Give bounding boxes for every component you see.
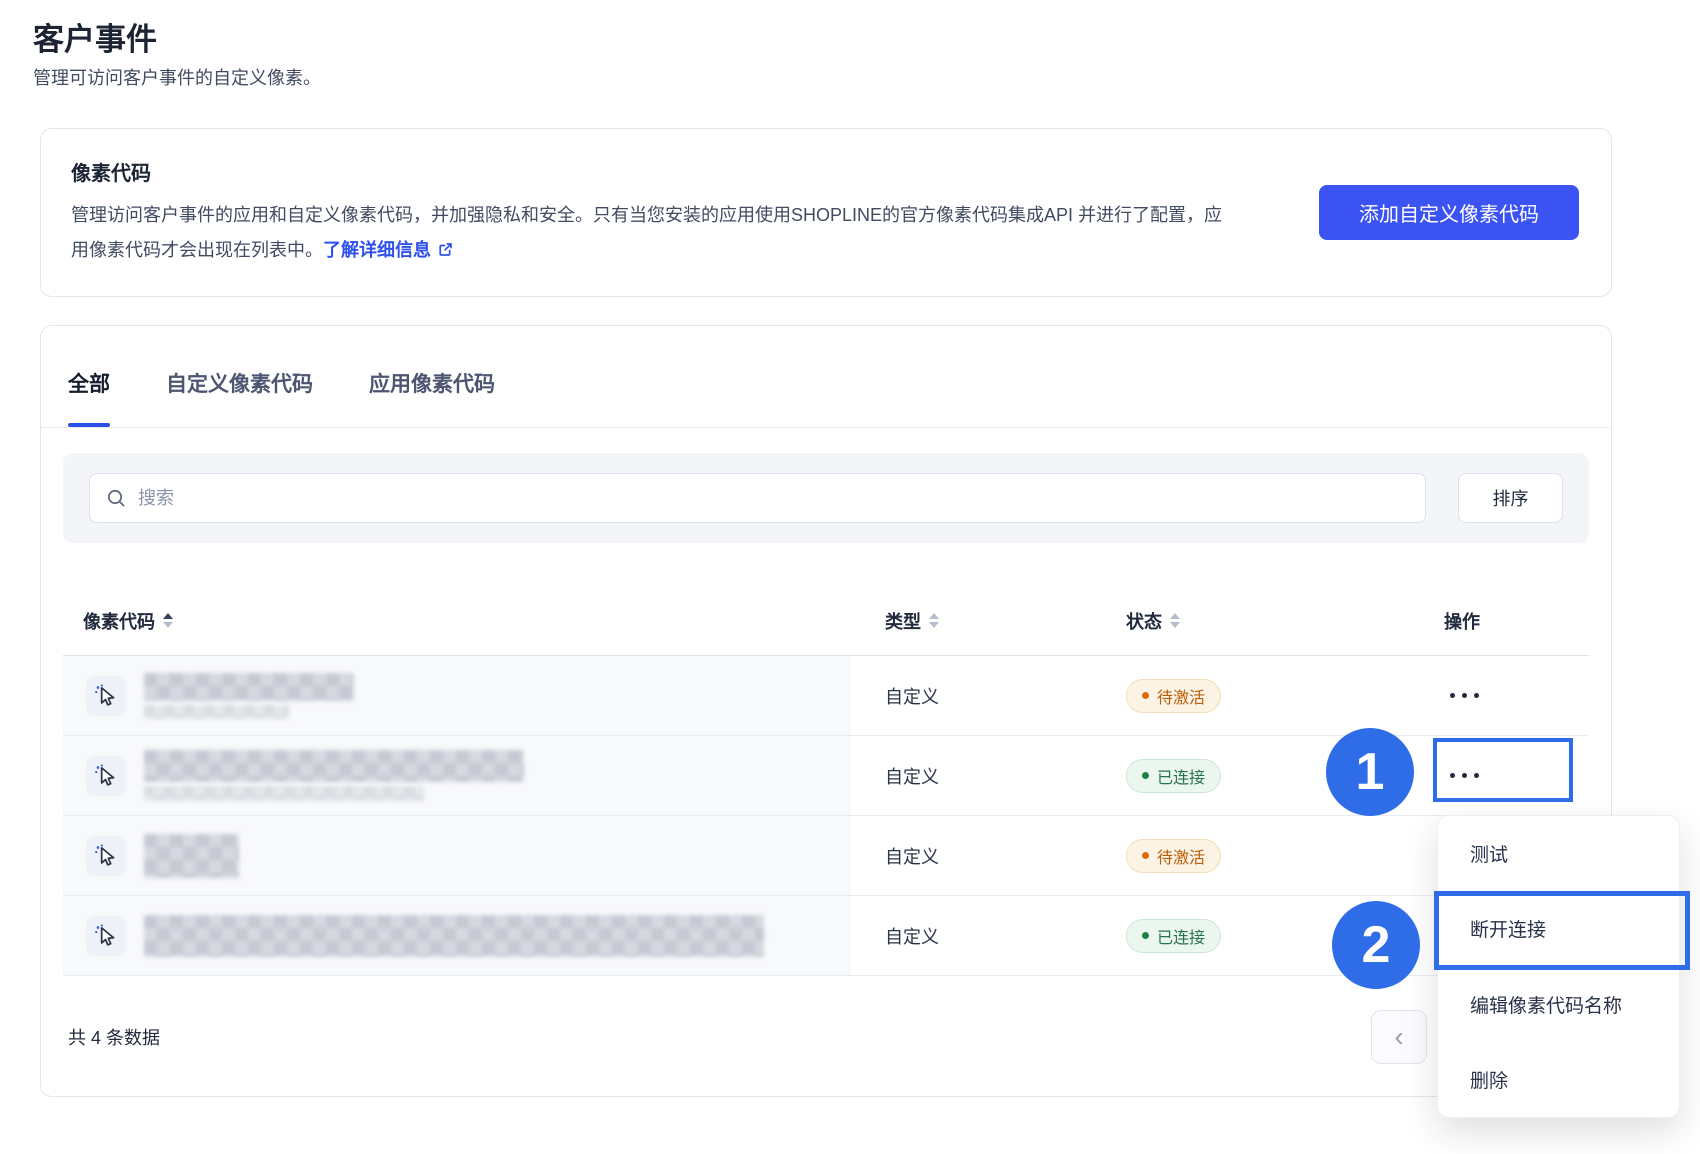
annotation-step-1-badge: 1 (1326, 728, 1414, 816)
table-footer: 共 4 条数据 ‹ (41, 976, 1611, 1098)
type-label: 自定义 (885, 926, 939, 947)
pixel-code-cell (63, 896, 851, 975)
pixel-code-cell (63, 656, 851, 735)
annotation-box-disconnect-item (1434, 891, 1690, 970)
customer-events-page: 客户事件 管理可访问客户事件的自定义像素。 像素代码 管理访问客户事件的应用和自… (0, 0, 1700, 1154)
pixel-cursor-icon (86, 915, 126, 956)
column-label: 类型 (885, 611, 921, 632)
pixel-card-description-line1: 管理访问客户事件的应用和自定义像素代码，并加强隐私和安全。只有当您安装的应用使用… (71, 205, 1074, 225)
menu-item-edit-pixel-name[interactable]: 编辑像素代码名称 (1438, 966, 1679, 1042)
annotation-step-2-badge: 2 (1332, 901, 1420, 989)
status-badge: 待激活 (1126, 838, 1222, 873)
type-label: 自定义 (885, 846, 939, 867)
pixel-code-cell (63, 816, 851, 895)
add-custom-pixel-button[interactable]: 添加自定义像素代码 (1319, 185, 1579, 240)
page-title: 客户事件 (33, 22, 157, 57)
pixel-card-description: 管理访问客户事件的应用和自定义像素代码，并加强隐私和安全。只有当您安装的应用使用… (71, 198, 1236, 268)
status-badge: 已连接 (1126, 758, 1222, 793)
status-label: 已连接 (1157, 769, 1206, 787)
type-label: 自定义 (885, 766, 939, 787)
status-label: 待激活 (1157, 689, 1206, 707)
total-count-label: 共 4 条数据 (68, 1028, 161, 1048)
column-header-status[interactable]: 状态 (1091, 608, 1401, 634)
redacted-pixel-name (144, 914, 764, 957)
column-label: 像素代码 (83, 611, 155, 632)
status-badge: 已连接 (1126, 918, 1222, 953)
column-header-type[interactable]: 类型 (851, 608, 1091, 634)
menu-item-test[interactable]: 测试 (1438, 816, 1679, 892)
pixel-code-cell (63, 736, 851, 815)
redacted-pixel-name (144, 750, 524, 801)
status-dot-icon (1142, 932, 1149, 939)
pagination-prev-button[interactable]: ‹ (1371, 1010, 1427, 1064)
status-label: 已连接 (1157, 929, 1206, 947)
actions-cell (1401, 656, 1589, 735)
status-cell: 待激活 (1091, 816, 1401, 895)
annotation-box-actions-button (1433, 738, 1573, 802)
tab-custom-pixel[interactable]: 自定义像素代码 (166, 368, 313, 427)
status-cell: 待激活 (1091, 656, 1401, 735)
type-cell: 自定义 (851, 896, 1091, 975)
sort-arrows-icon[interactable] (163, 613, 173, 628)
search-box[interactable] (89, 473, 1426, 523)
tab-app-pixel[interactable]: 应用像素代码 (369, 368, 495, 427)
table-row: 自定义 待激活 (63, 656, 1589, 736)
pixel-cursor-icon (86, 755, 126, 796)
type-cell: 自定义 (851, 736, 1091, 815)
row-actions-button[interactable] (1444, 683, 1485, 708)
sort-button[interactable]: 排序 (1458, 473, 1563, 523)
table-header: 像素代码 类型 状态 操作 (63, 586, 1589, 656)
type-label: 自定义 (885, 686, 939, 707)
type-cell: 自定义 (851, 656, 1091, 735)
external-link-icon (439, 243, 452, 256)
status-dot-icon (1142, 772, 1149, 779)
table-row: 自定义 待激活 (63, 816, 1589, 896)
column-header-pixel-code[interactable]: 像素代码 (63, 608, 851, 634)
sort-arrows-icon[interactable] (929, 613, 939, 628)
learn-more-link[interactable]: 了解详细信息 (323, 240, 454, 260)
type-cell: 自定义 (851, 816, 1091, 895)
column-label: 操作 (1444, 611, 1480, 632)
redacted-pixel-name (144, 833, 239, 878)
menu-item-delete[interactable]: 删除 (1438, 1041, 1679, 1117)
pixel-card-content: 像素代码 管理访问客户事件的应用和自定义像素代码，并加强隐私和安全。只有当您安装… (71, 157, 1319, 268)
status-label: 待激活 (1157, 849, 1206, 867)
column-label: 状态 (1126, 611, 1162, 632)
status-dot-icon (1142, 852, 1149, 859)
status-dot-icon (1142, 692, 1149, 699)
pixel-cursor-icon (86, 835, 126, 876)
tab-all[interactable]: 全部 (68, 368, 110, 427)
pixel-card-title: 像素代码 (71, 163, 151, 185)
pixel-tabs: 全部 自定义像素代码 应用像素代码 (41, 326, 1611, 428)
column-header-actions: 操作 (1401, 608, 1589, 634)
redacted-pixel-name (144, 672, 354, 719)
pixel-cursor-icon (86, 675, 126, 716)
sort-arrows-icon[interactable] (1170, 613, 1180, 628)
search-icon (107, 489, 125, 507)
filter-bar: 排序 (63, 453, 1589, 543)
status-badge: 待激活 (1126, 678, 1222, 713)
learn-more-label: 了解详细信息 (323, 240, 431, 260)
pixel-code-card: 像素代码 管理访问客户事件的应用和自定义像素代码，并加强隐私和安全。只有当您安装… (40, 128, 1612, 297)
search-input[interactable] (138, 487, 1409, 509)
page-subtitle: 管理可访问客户事件的自定义像素。 (33, 68, 321, 88)
